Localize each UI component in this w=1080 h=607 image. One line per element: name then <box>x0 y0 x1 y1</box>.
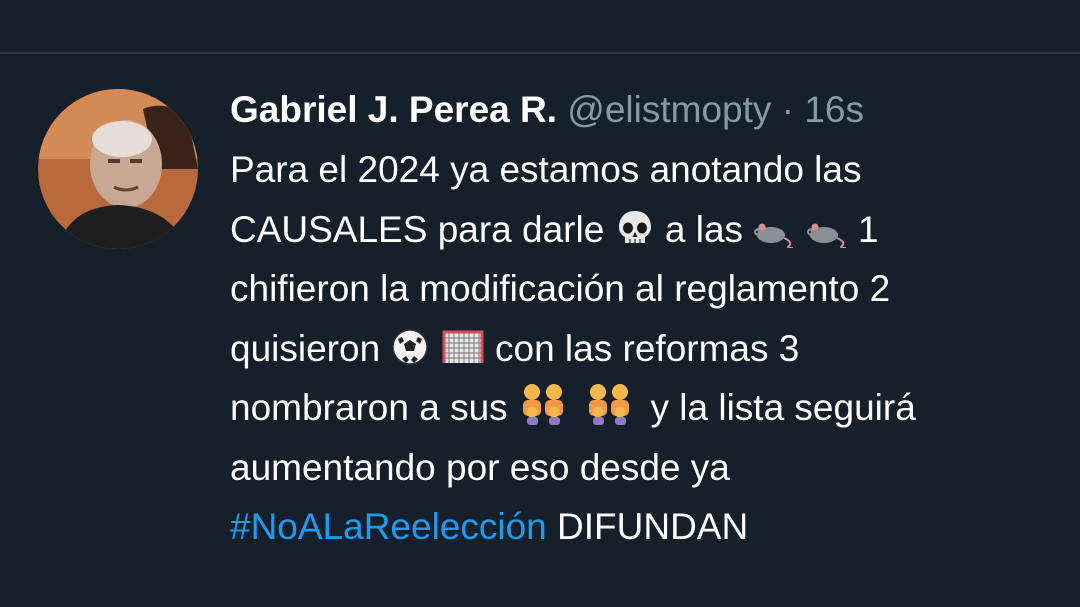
rat-emoji-icon <box>806 223 846 248</box>
hashtag-link[interactable]: #NoALaReelección <box>230 506 547 547</box>
tweet-text: Para el 2024 ya estamos anotando las CAU… <box>230 140 1070 557</box>
separator-dot: · <box>781 89 795 130</box>
timestamp[interactable]: 16s <box>804 89 864 130</box>
author-handle[interactable]: @elistmopty <box>567 89 771 130</box>
text-segment: y la lista seguirá <box>650 387 916 428</box>
text-segment: DIFUNDAN <box>557 506 749 547</box>
family-emoji-icon <box>522 384 563 425</box>
top-bar <box>0 0 1080 52</box>
text-segment: 1 <box>857 208 879 250</box>
skull-emoji-icon <box>618 210 651 243</box>
text-line-7: #NoALaReelección DIFUNDAN <box>230 497 1070 557</box>
text-line-1: Para el 2024 ya estamos anotando las <box>230 149 862 190</box>
text-line-4: quisieron con las reformas 3 <box>230 319 1070 379</box>
author-name[interactable]: Gabriel J. Perea R. <box>230 89 557 130</box>
soccer-ball-icon <box>392 328 429 365</box>
avatar-photo <box>38 89 198 249</box>
text-segment: CAUSALES para darle <box>230 208 605 250</box>
text-line-2: CAUSALES para darle a las 1 <box>230 200 1070 260</box>
divider <box>0 52 1080 54</box>
rat-emoji-icon <box>754 223 794 248</box>
text-segment: quisieron <box>230 327 381 369</box>
tweet-screen: Gabriel J. Perea R. @elistmopty · 16s Pa… <box>0 0 1080 607</box>
family-emoji-icon <box>589 384 630 425</box>
avatar[interactable] <box>38 89 198 249</box>
text-line-6: aumentando por eso desde ya <box>230 446 730 488</box>
text-segment: con las reformas 3 <box>495 327 800 369</box>
text-segment: a las <box>664 208 744 250</box>
goal-net-icon <box>442 330 484 363</box>
text-segment: nombraron a sus <box>230 387 508 428</box>
text-line-5: nombraron a sus y la lista seguirá <box>230 378 1070 438</box>
tweet-header: Gabriel J. Perea R. @elistmopty · 16s <box>230 80 1070 140</box>
tweet[interactable]: Gabriel J. Perea R. @elistmopty · 16s Pa… <box>230 80 1070 557</box>
text-line-3: chifieron la modificación al reglamento … <box>230 268 891 309</box>
